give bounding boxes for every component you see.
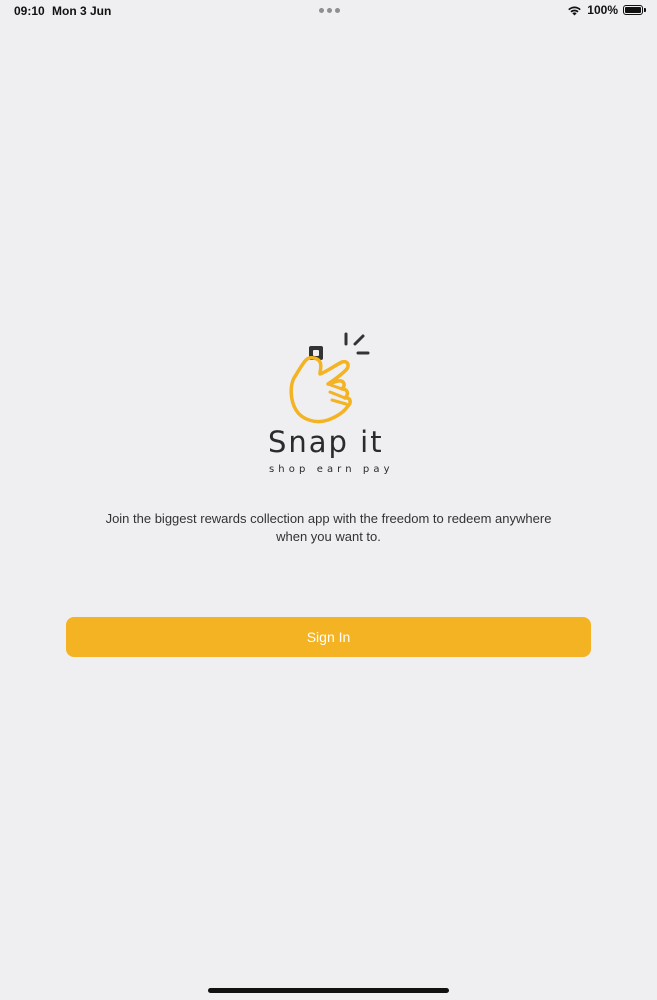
welcome-description-line-2: when you want to. [276,529,381,544]
app-screen: 09:10 Mon 3 Jun 100% Snap it shop earn p… [0,0,657,1000]
battery-icon [623,5,646,15]
multitasking-dots-icon[interactable] [319,8,340,13]
app-name: Snap it [268,425,384,459]
status-time: 09:10 [14,4,45,18]
welcome-description: Join the biggest rewards collection app … [40,510,617,546]
app-tagline: shop earn pay [269,464,394,475]
status-right: 100% [567,3,646,17]
app-logo: Snap it shop earn pay [268,328,390,478]
status-date: Mon 3 Jun [52,4,112,18]
status-bar: 09:10 Mon 3 Jun 100% [0,0,657,22]
welcome-description-line-1: Join the biggest rewards collection app … [105,511,552,526]
home-indicator[interactable] [208,988,449,993]
battery-percentage: 100% [587,3,618,17]
sign-in-button[interactable]: Sign In [66,617,591,657]
wifi-icon [568,6,582,15]
snapping-hand-icon [289,332,370,424]
